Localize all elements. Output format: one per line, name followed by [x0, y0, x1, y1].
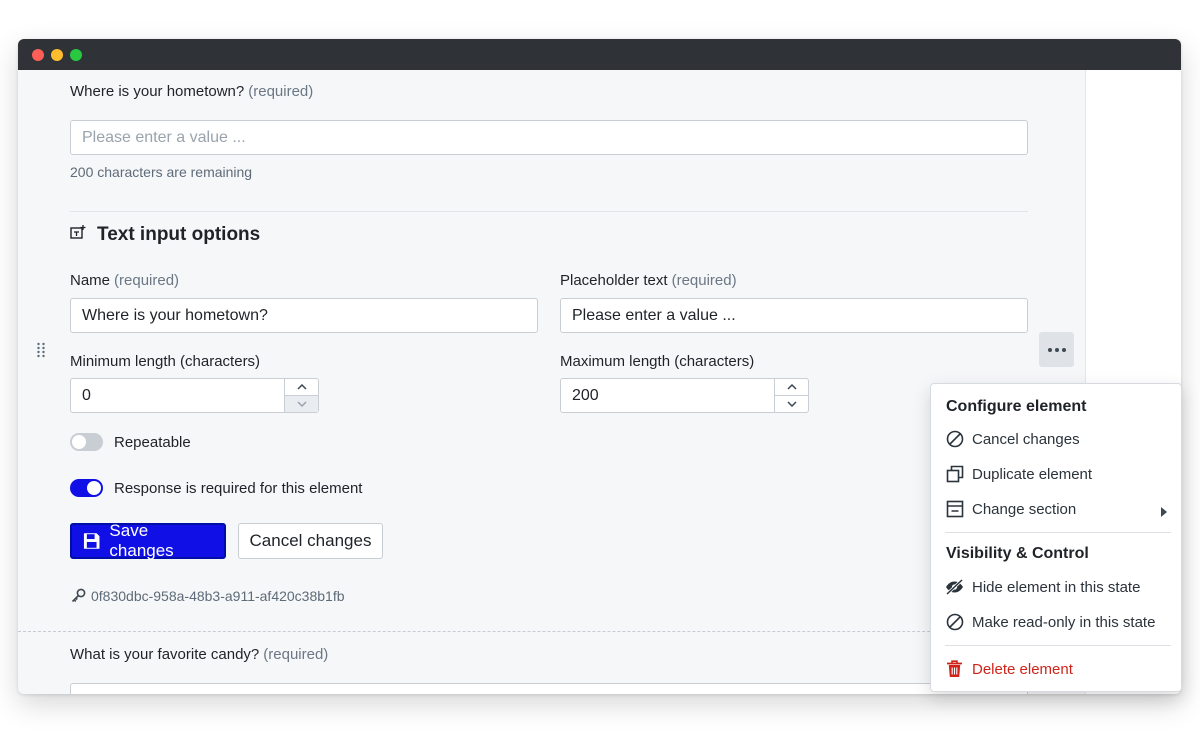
more-dot: [1047, 347, 1052, 352]
menu-delete-element[interactable]: Delete element: [931, 654, 1181, 684]
trash-icon: [945, 660, 964, 679]
characters-remaining: 200 characters are remaining: [70, 164, 253, 180]
element-separator: [18, 631, 1085, 632]
min-length-value: 0: [82, 386, 91, 404]
menu-hide-element[interactable]: Hide element in this state: [931, 572, 1181, 602]
max-length-label: Maximum length (characters): [560, 353, 755, 370]
toggle-knob: [72, 435, 86, 449]
menu-item-label: Make read-only in this state: [972, 613, 1156, 631]
preview-question-text: Where is your hometown?: [70, 83, 245, 100]
section-icon: [945, 500, 964, 519]
close-window-button[interactable]: [32, 49, 44, 61]
placeholder-label-text: Placeholder text: [560, 272, 668, 289]
name-label: Name (required): [70, 272, 179, 289]
chevron-down-icon: [296, 401, 307, 407]
save-icon: [83, 533, 100, 549]
more-options-button[interactable]: [1039, 332, 1074, 367]
next-question-input[interactable]: [70, 683, 1028, 694]
cancel-circle-icon: [945, 613, 964, 632]
element-id: 0f830dbc-958a-48b3-a911-af420c38b1fb: [91, 588, 345, 604]
cancel-circle-icon: [945, 430, 964, 449]
key-icon: [71, 588, 86, 603]
increment-button[interactable]: [285, 379, 318, 396]
menu-separator: [945, 645, 1171, 646]
decrement-button[interactable]: [775, 396, 808, 413]
menu-cancel-changes[interactable]: Cancel changes: [931, 424, 1181, 454]
menu-item-label: Delete element: [972, 660, 1073, 678]
max-length-value: 200: [572, 386, 599, 404]
chevron-up-icon: [296, 383, 307, 390]
min-length-label: Minimum length (characters): [70, 353, 261, 370]
repeatable-label: Repeatable: [114, 434, 191, 451]
maximize-window-button[interactable]: [70, 49, 82, 61]
required-tag: (required): [114, 272, 180, 289]
preview-placeholder: Please enter a value ...: [82, 128, 246, 146]
preview-text-input[interactable]: Please enter a value ...: [70, 120, 1028, 155]
required-label: Response is required for this element: [114, 480, 363, 497]
title-bar: [18, 39, 1181, 70]
placeholder-input[interactable]: Please enter a value ...: [560, 298, 1028, 333]
menu-item-label: Duplicate element: [972, 465, 1093, 483]
minimize-window-button[interactable]: [51, 49, 63, 61]
placeholder-input-value: Please enter a value ...: [572, 306, 736, 324]
element-context-menu: Configure element Cancel changes Duplica…: [930, 383, 1182, 692]
max-length-stepper: [774, 378, 809, 413]
toggle-knob: [87, 481, 101, 495]
more-dot: [1054, 347, 1059, 352]
name-label-text: Name: [70, 272, 111, 289]
max-length-input[interactable]: 200: [560, 378, 775, 413]
required-tag: (required): [263, 646, 329, 663]
menu-item-label: Hide element in this state: [972, 578, 1141, 596]
save-button[interactable]: Save changes: [70, 521, 226, 560]
menu-separator: [945, 532, 1171, 533]
cancel-button[interactable]: Cancel changes: [238, 523, 383, 559]
required-tag: (required): [248, 83, 314, 100]
save-button-label: Save changes: [109, 521, 174, 560]
chevron-up-icon: [786, 383, 797, 390]
decrement-button[interactable]: [285, 395, 318, 412]
menu-item-label: Change section: [972, 500, 1077, 518]
name-input-value: Where is your hometown?: [82, 306, 268, 324]
submenu-arrow-icon: [1161, 504, 1167, 521]
name-input[interactable]: Where is your hometown?: [70, 298, 538, 333]
section-title: Text input options: [97, 224, 261, 245]
eye-slash-icon: [945, 578, 964, 597]
duplicate-icon: [945, 465, 964, 484]
visibility-heading: Visibility & Control: [946, 545, 1089, 562]
chevron-down-icon: [786, 401, 797, 407]
configure-heading: Configure element: [946, 398, 1087, 415]
form-editor: Where is your hometown? (required) Please…: [18, 70, 1085, 694]
preview-question-label: Where is your hometown? (required): [70, 83, 313, 100]
menu-make-read-only[interactable]: Make read-only in this state: [931, 607, 1181, 637]
menu-item-label: Cancel changes: [972, 430, 1080, 448]
placeholder-label: Placeholder text (required): [560, 272, 737, 289]
menu-duplicate-element[interactable]: Duplicate element: [931, 459, 1181, 489]
more-dot: [1061, 347, 1066, 352]
increment-button[interactable]: [775, 379, 808, 396]
required-tag: (required): [671, 272, 737, 289]
cancel-button-label: Cancel changes: [249, 531, 372, 550]
text-input-icon: [70, 224, 86, 240]
menu-change-section[interactable]: Change section: [931, 494, 1181, 524]
repeatable-toggle[interactable]: [70, 433, 103, 451]
drag-handle-icon[interactable]: [36, 342, 46, 358]
next-question-text: What is your favorite candy?: [70, 646, 260, 663]
divider: [70, 211, 1028, 212]
min-length-stepper: [284, 378, 319, 413]
min-length-input[interactable]: 0: [70, 378, 285, 413]
required-toggle[interactable]: [70, 479, 103, 497]
next-question-label: What is your favorite candy? (required): [70, 646, 328, 663]
